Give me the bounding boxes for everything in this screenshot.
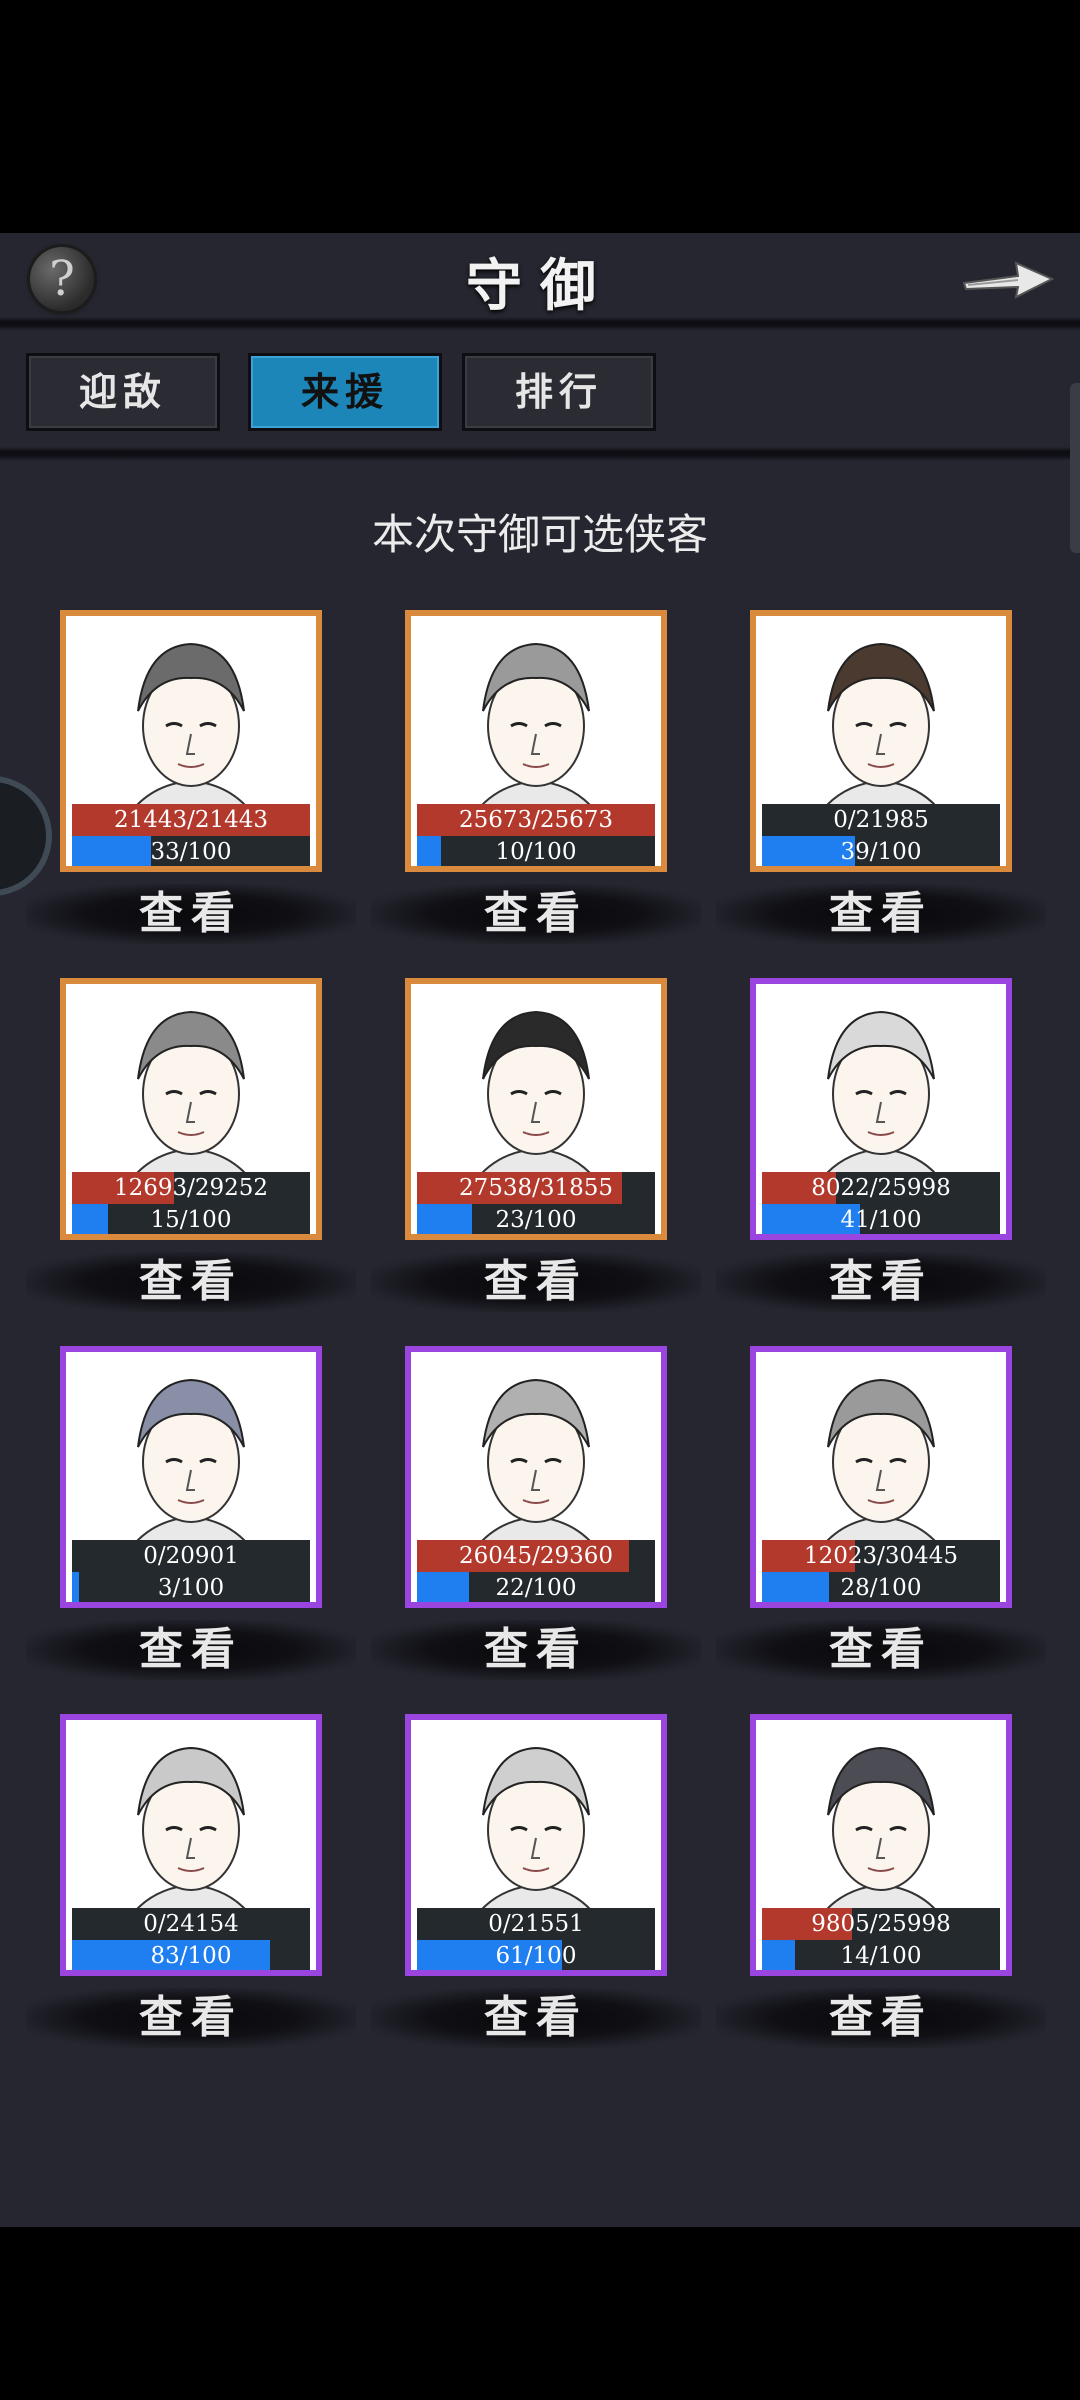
hero-card[interactable]: 26045/29360 22/100	[405, 1346, 667, 1608]
level-bar: 28/100	[762, 1572, 1000, 1602]
tab-reinforce[interactable]: 来援	[248, 353, 442, 431]
level-bar: 61/100	[417, 1940, 655, 1970]
level-text: 39/100	[840, 839, 922, 865]
side-ring-handle[interactable]	[0, 776, 52, 896]
hp-bar: 8022/25998	[762, 1172, 1000, 1204]
hp-bar: 0/20901	[72, 1540, 310, 1572]
page-title: 守御	[466, 253, 614, 319]
view-button[interactable]: 查看	[26, 884, 356, 944]
level-bar: 15/100	[72, 1204, 310, 1234]
level-bar: 41/100	[762, 1204, 1000, 1234]
hp-text: 8022/25998	[811, 1175, 951, 1201]
hero-card[interactable]: 0/24154 83/100	[60, 1714, 322, 1976]
view-button[interactable]: 查看	[716, 1620, 1046, 1680]
level-text: 3/100	[157, 1575, 225, 1601]
view-button[interactable]: 查看	[716, 1988, 1046, 2048]
level-text: 22/100	[495, 1575, 577, 1601]
hero-card[interactable]: 25673/25673 10/100	[405, 610, 667, 872]
view-button[interactable]: 查看	[371, 884, 701, 944]
hp-text: 0/21985	[833, 807, 929, 833]
hero-card[interactable]: 0/20901 3/100	[60, 1346, 322, 1608]
level-bar: 33/100	[72, 836, 310, 866]
hp-bar: 0/24154	[72, 1908, 310, 1940]
hp-text: 26045/29360	[458, 1543, 614, 1569]
hp-text: 9805/25998	[811, 1911, 951, 1937]
hp-text: 0/24154	[143, 1911, 239, 1937]
hp-bar: 25673/25673	[417, 804, 655, 836]
hero-card[interactable]: 0/21985 39/100	[750, 610, 1012, 872]
hero-card[interactable]: 27538/31855 23/100	[405, 978, 667, 1240]
level-bar: 83/100	[72, 1940, 310, 1970]
defense-panel: ? 守御 迎敌 来援 排行 本次守御可选侠客 21443/21443 33/10…	[0, 233, 1080, 2227]
view-button[interactable]: 查看	[371, 1252, 701, 1312]
hp-text: 12023/30445	[803, 1543, 959, 1569]
level-bar: 14/100	[762, 1940, 1000, 1970]
edge-scroll-handle[interactable]	[1070, 383, 1080, 553]
level-text: 33/100	[150, 839, 232, 865]
hp-text: 25673/25673	[458, 807, 614, 833]
back-button[interactable]	[958, 243, 1058, 315]
hp-text: 21443/21443	[113, 807, 269, 833]
hp-bar: 0/21551	[417, 1908, 655, 1940]
hp-text: 0/20901	[143, 1543, 239, 1569]
level-text: 10/100	[495, 839, 577, 865]
view-button[interactable]: 查看	[371, 1620, 701, 1680]
level-bar: 23/100	[417, 1204, 655, 1234]
level-text: 41/100	[840, 1207, 922, 1233]
level-bar: 39/100	[762, 836, 1000, 866]
hp-bar: 27538/31855	[417, 1172, 655, 1204]
hp-bar: 21443/21443	[72, 804, 310, 836]
hp-bar: 12023/30445	[762, 1540, 1000, 1572]
view-button[interactable]: 查看	[371, 1988, 701, 2048]
view-button[interactable]: 查看	[26, 1988, 356, 2048]
level-text: 14/100	[840, 1943, 922, 1969]
header-divider	[0, 317, 1080, 331]
level-text: 83/100	[150, 1943, 232, 1969]
level-text: 23/100	[495, 1207, 577, 1233]
hp-text: 0/21551	[488, 1911, 584, 1937]
level-bar: 22/100	[417, 1572, 655, 1602]
hero-card[interactable]: 0/21551 61/100	[405, 1714, 667, 1976]
hero-card[interactable]: 12023/30445 28/100	[750, 1346, 1012, 1608]
tab-ranking[interactable]: 排行	[462, 353, 656, 431]
hero-card[interactable]: 8022/25998 41/100	[750, 978, 1012, 1240]
hero-card[interactable]: 9805/25998 14/100	[750, 1714, 1012, 1976]
view-button[interactable]: 查看	[26, 1252, 356, 1312]
view-button[interactable]: 查看	[716, 1252, 1046, 1312]
section-subtitle: 本次守御可选侠客	[371, 510, 708, 559]
level-bar: 10/100	[417, 836, 655, 866]
hp-bar: 0/21985	[762, 804, 1000, 836]
right-arrow-icon	[962, 261, 1055, 299]
view-button[interactable]: 查看	[716, 884, 1046, 944]
hp-text: 12693/29252	[113, 1175, 269, 1201]
view-button[interactable]: 查看	[26, 1620, 356, 1680]
level-text: 28/100	[840, 1575, 922, 1601]
tabs-divider	[0, 447, 1080, 461]
hp-bar: 26045/29360	[417, 1540, 655, 1572]
tab-engage[interactable]: 迎敌	[26, 353, 220, 431]
level-text: 15/100	[150, 1207, 232, 1233]
hp-bar: 9805/25998	[762, 1908, 1000, 1940]
hero-card[interactable]: 12693/29252 15/100	[60, 978, 322, 1240]
level-text: 61/100	[495, 1943, 577, 1969]
level-bar: 3/100	[72, 1572, 310, 1602]
hp-bar: 12693/29252	[72, 1172, 310, 1204]
top-bar: ? 守御	[0, 233, 1080, 323]
hero-card[interactable]: 21443/21443 33/100	[60, 610, 322, 872]
hp-text: 27538/31855	[458, 1175, 614, 1201]
